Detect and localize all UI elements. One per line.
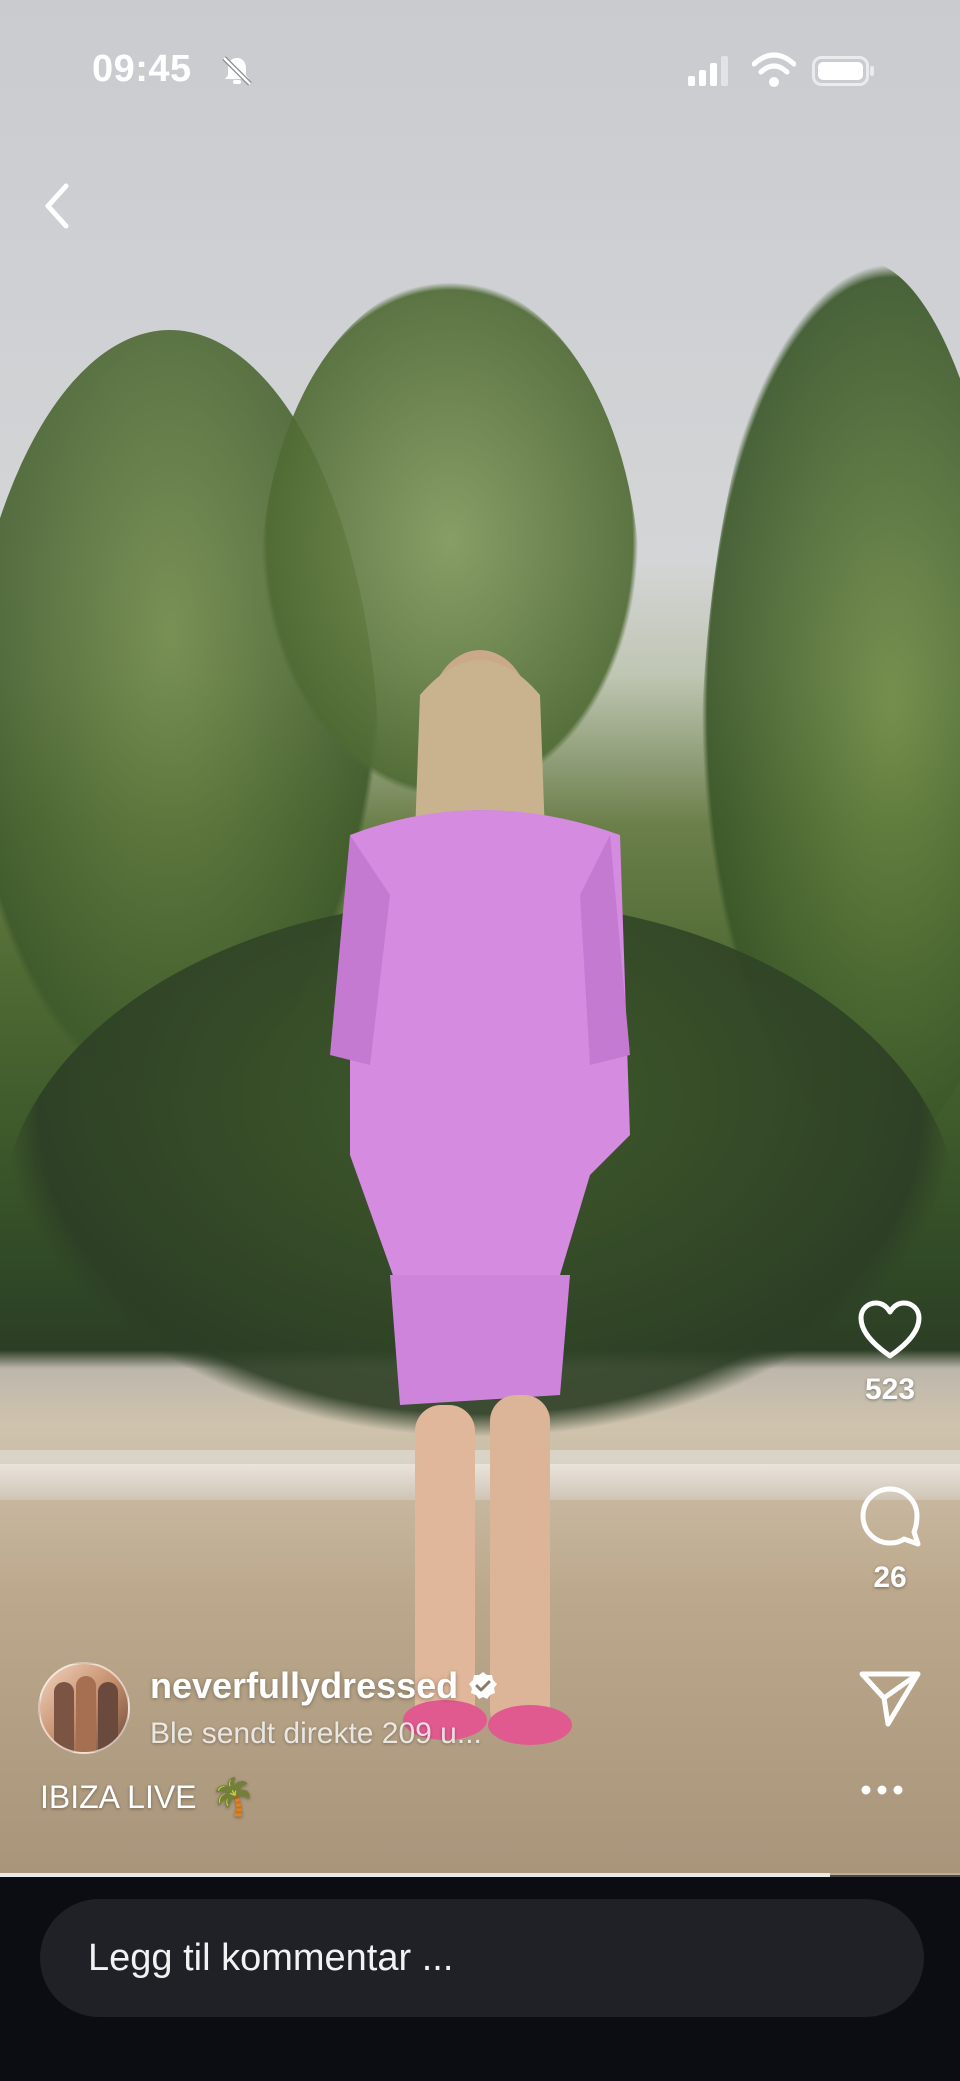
username[interactable]: neverfullydressed (150, 1665, 458, 1707)
comment-count: 26 (873, 1561, 907, 1594)
verified-icon (469, 1672, 498, 1699)
username-row: neverfullydressed (150, 1665, 498, 1707)
author-info: neverfullydressed Ble sendt direkte 209 … (150, 1665, 498, 1751)
avatar[interactable] (38, 1662, 130, 1754)
caption-text: IBIZA LIVE (40, 1778, 197, 1815)
video-background[interactable] (0, 0, 960, 1875)
comment-placeholder: Legg til kommentar ... (88, 1936, 454, 1979)
reel-screen: 09:45 523 26 neverfullydressed Ble sendt… (0, 0, 960, 2081)
like-action[interactable]: 523 (850, 1300, 930, 1407)
signal-icon (688, 56, 728, 86)
comment-action[interactable]: 26 (850, 1484, 930, 1595)
author-row[interactable]: neverfullydressed Ble sendt direkte 209 … (38, 1662, 498, 1754)
comment-input[interactable]: Legg til kommentar ... (40, 1899, 924, 2017)
bell-slash-icon (222, 56, 252, 86)
comment-icon[interactable] (858, 1484, 922, 1548)
palm-tree-icon: 🌴 (210, 1776, 256, 1817)
person-figure (330, 650, 630, 1745)
back-chevron-icon[interactable] (36, 178, 76, 234)
live-subtitle: Ble sendt direkte 209 u... (150, 1717, 482, 1750)
status-bar: 09:45 (0, 0, 960, 140)
heart-icon[interactable] (857, 1300, 923, 1360)
battery-icon (812, 56, 874, 86)
share-icon[interactable] (858, 1668, 922, 1728)
status-time: 09:45 (92, 48, 192, 90)
more-icon[interactable] (860, 1780, 904, 1800)
bottom-bar: Legg til kommentar ... (0, 1877, 960, 2081)
like-count: 523 (864, 1373, 916, 1406)
wifi-icon (752, 52, 796, 87)
caption: IBIZA LIVE 🌴 (40, 1776, 255, 1818)
share-action[interactable] (850, 1668, 930, 1733)
